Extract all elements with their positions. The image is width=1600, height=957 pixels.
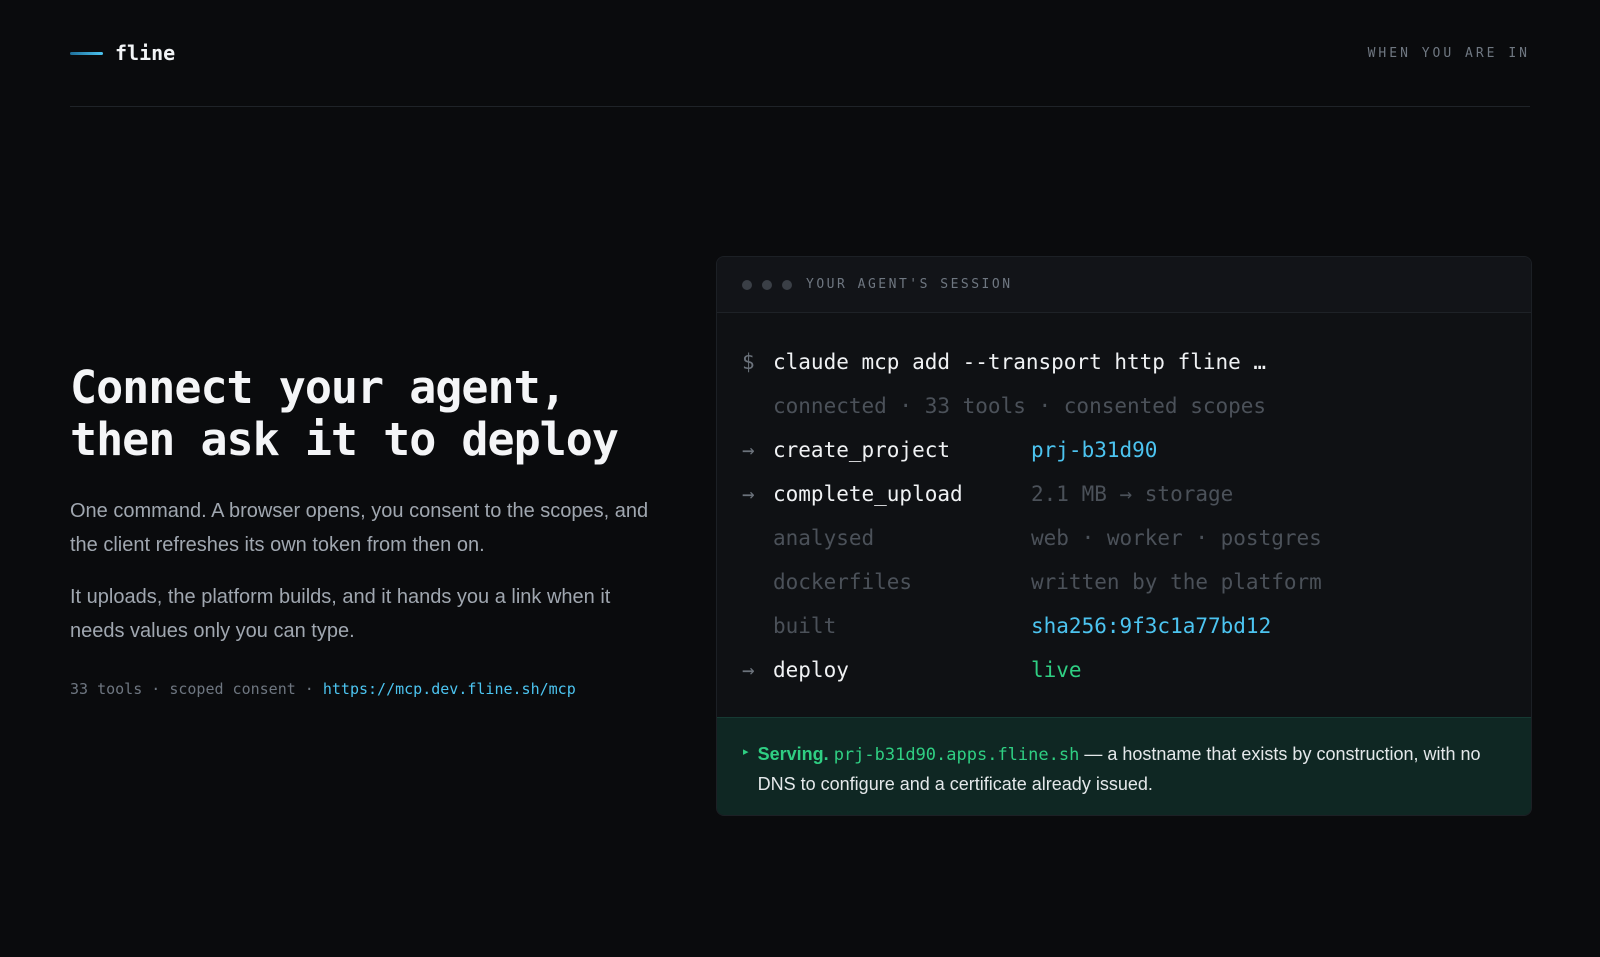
log-label: complete_upload: [773, 482, 963, 506]
meta-separator: ·: [295, 680, 323, 698]
arrow-icon: →: [742, 438, 755, 462]
agent-session-terminal: YOUR AGENT'S SESSION $ claude mcp add --…: [716, 256, 1532, 816]
hero-paragraph-2: It uploads, the platform builds, and it …: [70, 586, 611, 642]
log-row: → deploy live: [717, 648, 1531, 692]
hero-meta: 33 tools · scoped consent · https://mcp.…: [70, 680, 670, 698]
log-value: live: [1031, 658, 1082, 682]
hero-section: Connect your agent, then ask it to deplo…: [70, 362, 670, 699]
log-value: written by the platform: [1031, 570, 1322, 594]
log-label: dockerfiles: [773, 570, 913, 594]
mcp-endpoint-link[interactable]: https://mcp.dev.fline.sh/mcp: [323, 680, 576, 698]
headline-line-1: Connect your agent,: [70, 361, 567, 414]
window-dot-icon: [742, 279, 752, 290]
log-row: built sha256:9f3c1a77bd12: [717, 604, 1531, 648]
status-line: connected · 33 tools · consented scopes: [717, 384, 1531, 428]
log-row: → complete_upload 2.1 MB → storage: [717, 472, 1531, 516]
hero-paragraph-1: One command. A browser opens, you consen…: [70, 500, 649, 556]
terminal-body: $ claude mcp add --transport http fline …: [717, 313, 1531, 692]
site-header: fline WHEN YOU ARE IN: [70, 0, 1530, 107]
headline-line-2: then ask it to deploy: [70, 413, 619, 466]
serving-lead: Serving.: [757, 744, 829, 764]
page-title: Connect your agent, then ask it to deplo…: [70, 362, 670, 466]
log-value: prj-b31d90: [1031, 438, 1158, 462]
log-value: web · worker · postgres: [1031, 526, 1322, 550]
brand-logo[interactable]: fline: [70, 41, 175, 65]
command-line: $ claude mcp add --transport http fline …: [717, 340, 1531, 384]
window-dot-icon: [782, 279, 792, 290]
serving-banner: ▸ Serving. prj-b31d90.apps.fline.sh — a …: [717, 717, 1531, 815]
log-label: deploy: [773, 658, 849, 682]
log-value: 2.1 MB → storage: [1031, 482, 1234, 506]
meta-separator: ·: [142, 680, 170, 698]
log-value: sha256:9f3c1a77bd12: [1031, 614, 1272, 638]
status-text: connected · 33 tools · consented scopes: [773, 394, 1267, 418]
log-label: built: [773, 614, 837, 638]
header-tagline: WHEN YOU ARE IN: [1367, 45, 1530, 61]
meta-tools: 33 tools: [70, 680, 143, 698]
play-triangle-icon: ▸: [743, 746, 749, 758]
serving-hostname[interactable]: prj-b31d90.apps.fline.sh: [834, 745, 1080, 765]
terminal-titlebar: YOUR AGENT'S SESSION: [717, 257, 1531, 313]
window-dot-icon: [762, 279, 772, 290]
terminal-title: YOUR AGENT'S SESSION: [806, 277, 1013, 292]
arrow-icon: →: [742, 482, 755, 506]
serving-message: Serving. prj-b31d90.apps.fline.sh — a ho…: [758, 740, 1505, 815]
log-label: create_project: [773, 438, 951, 462]
log-row: analysed web · worker · postgres: [717, 516, 1531, 560]
arrow-icon: →: [742, 658, 755, 682]
brand-name: fline: [115, 41, 176, 65]
command-text: claude mcp add --transport http fline …: [773, 350, 1267, 374]
log-row: → create_project prj-b31d90: [717, 428, 1531, 472]
meta-consent: scoped consent: [169, 680, 296, 698]
log-label: analysed: [773, 526, 875, 550]
prompt-symbol: $: [742, 350, 755, 374]
log-row: dockerfiles written by the platform: [717, 560, 1531, 604]
brand-line-icon: [70, 51, 103, 55]
